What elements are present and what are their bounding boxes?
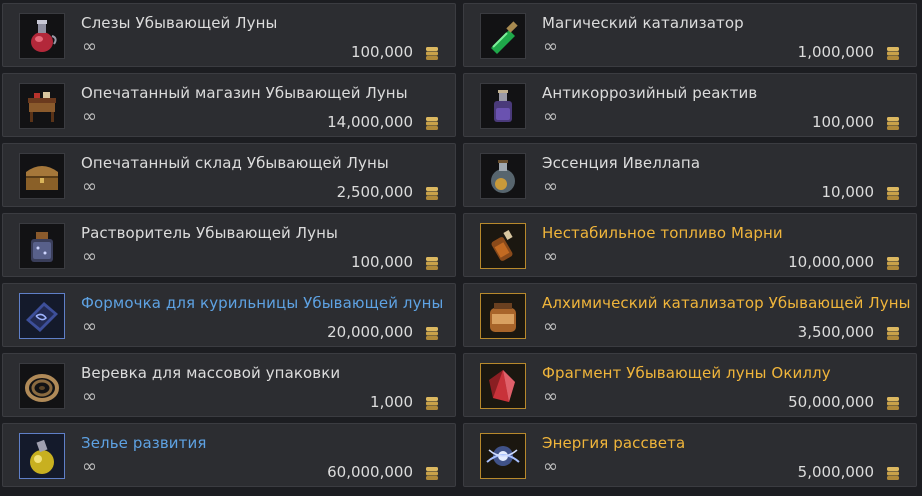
wooden-chest-icon — [19, 153, 65, 199]
shop-item[interactable]: Формочка для курильницы Убывающей луны ∞… — [2, 283, 456, 347]
silver-coin-stack-icon — [885, 324, 901, 342]
item-price: 1,000,000 — [797, 43, 874, 61]
silver-coin-stack-icon — [885, 394, 901, 412]
silver-coin-stack-icon — [424, 184, 440, 202]
silver-coin-stack-icon — [885, 184, 901, 202]
red-potion-flask-icon — [19, 13, 65, 59]
item-price: 20,000,000 — [327, 323, 413, 341]
shop-stall-icon — [19, 83, 65, 129]
silver-coin-stack-icon — [424, 324, 440, 342]
item-price: 100,000 — [811, 113, 874, 131]
infinite-limit-symbol: ∞ — [543, 36, 558, 57]
item-price: 100,000 — [350, 43, 413, 61]
item-name: Энергия рассвета — [542, 434, 686, 452]
infinite-limit-symbol: ∞ — [82, 176, 97, 197]
item-price: 14,000,000 — [327, 113, 413, 131]
infinite-limit-symbol: ∞ — [82, 386, 97, 407]
shop-item[interactable]: Слезы Убывающей Луны ∞ 100,000 — [2, 3, 456, 67]
silver-coin-stack-icon — [885, 254, 901, 272]
silver-coin-stack-icon — [885, 464, 901, 482]
silver-coin-stack-icon — [885, 44, 901, 62]
shop-item[interactable]: Алхимический катализатор Убывающей Луны … — [463, 283, 917, 347]
shop-item[interactable]: Магический катализатор ∞ 1,000,000 — [463, 3, 917, 67]
infinite-limit-symbol: ∞ — [543, 316, 558, 337]
purple-reagent-bottle-icon — [480, 83, 526, 129]
alchemy-jar-icon — [480, 293, 526, 339]
item-name: Зелье развития — [81, 434, 207, 452]
silver-coin-stack-icon — [424, 44, 440, 62]
item-price: 3,500,000 — [797, 323, 874, 341]
dawn-energy-icon — [480, 433, 526, 479]
infinite-limit-symbol: ∞ — [543, 246, 558, 267]
shop-item[interactable]: Антикоррозийный реактив ∞ 100,000 — [463, 73, 917, 137]
silver-coin-stack-icon — [424, 254, 440, 272]
silver-coin-stack-icon — [424, 394, 440, 412]
item-price: 100,000 — [350, 253, 413, 271]
infinite-limit-symbol: ∞ — [543, 176, 558, 197]
item-price: 10,000 — [821, 183, 875, 201]
item-price: 10,000,000 — [788, 253, 874, 271]
green-potion-bottle-icon — [480, 13, 526, 59]
item-name: Алхимический катализатор Убывающей Луны — [542, 294, 911, 312]
item-price: 2,500,000 — [336, 183, 413, 201]
red-crystal-fragment-icon — [480, 363, 526, 409]
shop-item[interactable]: Опечатанный склад Убывающей Луны ∞ 2,500… — [2, 143, 456, 207]
shop-item[interactable]: Растворитель Убывающей Луны ∞ 100,000 — [2, 213, 456, 277]
infinite-limit-symbol: ∞ — [82, 36, 97, 57]
rope-coil-icon — [19, 363, 65, 409]
yellow-potion-icon — [19, 433, 65, 479]
infinite-limit-symbol: ∞ — [543, 456, 558, 477]
shop-item-grid: Слезы Убывающей Луны ∞ 100,000 Магически… — [0, 0, 922, 496]
shop-item[interactable]: Нестабильное топливо Марни ∞ 10,000,000 — [463, 213, 917, 277]
silver-coin-stack-icon — [424, 464, 440, 482]
item-name: Опечатанный магазин Убывающей Луны — [81, 84, 408, 102]
infinite-limit-symbol: ∞ — [82, 106, 97, 127]
silver-coin-stack-icon — [885, 114, 901, 132]
essence-flask-icon — [480, 153, 526, 199]
shop-item[interactable]: Зелье развития ∞ 60,000,000 — [2, 423, 456, 487]
infinite-limit-symbol: ∞ — [82, 246, 97, 267]
shop-item[interactable]: Веревка для массовой упаковки ∞ 1,000 — [2, 353, 456, 417]
item-name: Магический катализатор — [542, 14, 744, 32]
item-price: 60,000,000 — [327, 463, 413, 481]
silver-coin-stack-icon — [424, 114, 440, 132]
item-price: 50,000,000 — [788, 393, 874, 411]
solvent-jar-icon — [19, 223, 65, 269]
infinite-limit-symbol: ∞ — [82, 456, 97, 477]
item-name: Нестабильное топливо Марни — [542, 224, 783, 242]
item-name: Антикоррозийный реактив — [542, 84, 758, 102]
shop-item[interactable]: Фрагмент Убывающей луны Окиллу ∞ 50,000,… — [463, 353, 917, 417]
item-name: Формочка для курильницы Убывающей луны — [81, 294, 444, 312]
incense-mold-icon — [19, 293, 65, 339]
item-name: Растворитель Убывающей Луны — [81, 224, 338, 242]
item-name: Веревка для массовой упаковки — [81, 364, 341, 382]
item-name: Опечатанный склад Убывающей Луны — [81, 154, 389, 172]
shop-item[interactable]: Опечатанный магазин Убывающей Луны ∞ 14,… — [2, 73, 456, 137]
item-name: Фрагмент Убывающей луны Окиллу — [542, 364, 831, 382]
infinite-limit-symbol: ∞ — [82, 316, 97, 337]
item-name: Слезы Убывающей Луны — [81, 14, 278, 32]
infinite-limit-symbol: ∞ — [543, 106, 558, 127]
infinite-limit-symbol: ∞ — [543, 386, 558, 407]
item-price: 1,000 — [370, 393, 413, 411]
shop-item[interactable]: Эссенция Ивеллапа ∞ 10,000 — [463, 143, 917, 207]
fuel-bottle-icon — [480, 223, 526, 269]
item-name: Эссенция Ивеллапа — [542, 154, 701, 172]
item-price: 5,000,000 — [797, 463, 874, 481]
shop-item[interactable]: Энергия рассвета ∞ 5,000,000 — [463, 423, 917, 487]
